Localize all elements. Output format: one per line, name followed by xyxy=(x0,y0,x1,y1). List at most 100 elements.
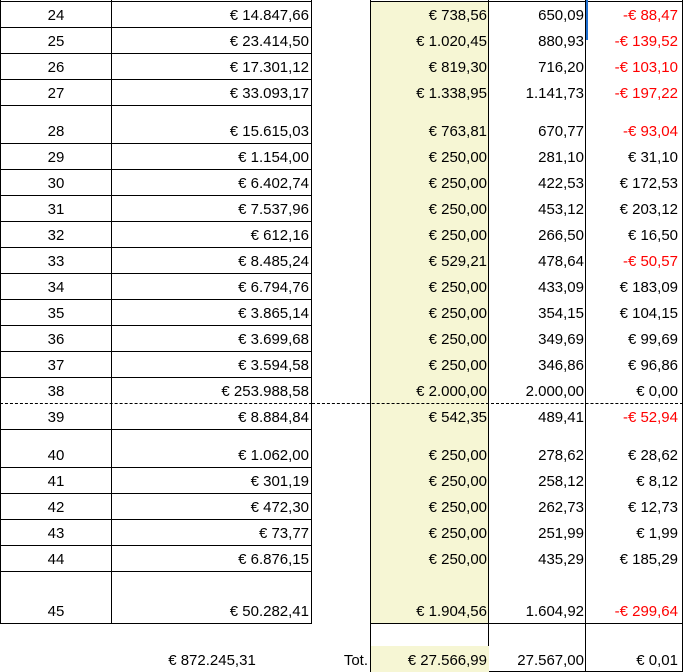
fee-cell[interactable]: € 542,35 xyxy=(371,403,489,429)
amount-cell[interactable]: € 6.402,74 xyxy=(112,169,312,195)
empty-cell[interactable] xyxy=(312,429,371,467)
value-cell[interactable]: 422,53 xyxy=(489,169,586,195)
amount-cell[interactable]: € 7.537,96 xyxy=(112,195,312,221)
empty-cell[interactable] xyxy=(312,493,371,519)
difference-cell[interactable]: € 172,53 xyxy=(586,169,683,195)
amount-cell[interactable]: € 3.865,14 xyxy=(112,299,312,325)
empty-cell[interactable] xyxy=(312,169,371,195)
fee-cell[interactable]: € 250,00 xyxy=(371,273,489,299)
fee-cell[interactable]: € 819,30 xyxy=(371,53,489,79)
difference-cell[interactable]: -€ 103,10 xyxy=(586,53,683,79)
difference-cell[interactable]: € 104,15 xyxy=(586,299,683,325)
empty-cell[interactable] xyxy=(312,1,371,27)
fee-cell[interactable]: € 250,00 xyxy=(371,325,489,351)
difference-cell[interactable]: € 96,86 xyxy=(586,351,683,377)
difference-cell[interactable]: € 1,99 xyxy=(586,519,683,545)
difference-cell[interactable]: -€ 197,22 xyxy=(586,79,683,105)
amount-cell[interactable]: € 472,30 xyxy=(112,493,312,519)
fee-cell[interactable]: € 1.904,56 xyxy=(371,571,489,623)
difference-cell[interactable]: -€ 50,57 xyxy=(586,247,683,273)
amount-cell[interactable]: € 3.699,68 xyxy=(112,325,312,351)
total-fee-cell[interactable]: € 27.566,99 xyxy=(371,646,489,672)
empty-cell[interactable] xyxy=(312,105,371,143)
fee-cell[interactable]: € 250,00 xyxy=(371,351,489,377)
empty-cell[interactable] xyxy=(312,545,371,571)
row-id-cell[interactable]: 40 xyxy=(0,429,112,467)
difference-cell[interactable]: -€ 88,47 xyxy=(586,1,683,27)
row-id-cell[interactable]: 25 xyxy=(0,27,112,53)
empty-cell[interactable] xyxy=(312,79,371,105)
difference-cell[interactable]: € 183,09 xyxy=(586,273,683,299)
value-cell[interactable]: 354,15 xyxy=(489,299,586,325)
empty-cell[interactable] xyxy=(312,377,371,403)
fee-cell[interactable]: € 250,00 xyxy=(371,545,489,571)
amount-cell[interactable]: € 50.282,41 xyxy=(112,571,312,623)
value-cell[interactable]: 716,20 xyxy=(489,53,586,79)
empty-cell[interactable] xyxy=(312,273,371,299)
fee-cell[interactable]: € 250,00 xyxy=(371,429,489,467)
row-id-cell[interactable]: 37 xyxy=(0,351,112,377)
empty-cell[interactable] xyxy=(312,27,371,53)
value-cell[interactable]: 880,93 xyxy=(489,27,586,53)
fee-cell[interactable]: € 738,56 xyxy=(371,1,489,27)
amount-cell[interactable]: € 15.615,03 xyxy=(112,105,312,143)
row-id-cell[interactable]: 33 xyxy=(0,247,112,273)
fee-cell[interactable]: € 250,00 xyxy=(371,299,489,325)
empty-cell[interactable] xyxy=(312,221,371,247)
fee-cell[interactable]: € 250,00 xyxy=(371,169,489,195)
empty-cell[interactable] xyxy=(312,143,371,169)
amount-cell[interactable]: € 612,16 xyxy=(112,221,312,247)
empty-cell[interactable] xyxy=(312,247,371,273)
amount-cell[interactable]: € 6.794,76 xyxy=(112,273,312,299)
empty-cell[interactable] xyxy=(312,403,371,429)
row-id-cell[interactable]: 36 xyxy=(0,325,112,351)
value-cell[interactable]: 433,09 xyxy=(489,273,586,299)
row-id-cell[interactable]: 43 xyxy=(0,519,112,545)
difference-cell[interactable]: € 8,12 xyxy=(586,467,683,493)
value-cell[interactable]: 670,77 xyxy=(489,105,586,143)
amount-cell[interactable]: € 33.093,17 xyxy=(112,79,312,105)
amount-cell[interactable]: € 8.485,24 xyxy=(112,247,312,273)
amount-cell[interactable]: € 23.414,50 xyxy=(112,27,312,53)
empty-cell[interactable] xyxy=(312,325,371,351)
value-cell[interactable]: 489,41 xyxy=(489,403,586,429)
row-id-cell[interactable]: 34 xyxy=(0,273,112,299)
fee-cell[interactable]: € 1.020,45 xyxy=(371,27,489,53)
row-id-cell[interactable]: 44 xyxy=(0,545,112,571)
total-label-cell[interactable]: Tot. xyxy=(312,646,371,672)
row-id-cell[interactable]: 31 xyxy=(0,195,112,221)
difference-cell[interactable]: € 28,62 xyxy=(586,429,683,467)
fee-cell[interactable]: € 250,00 xyxy=(371,467,489,493)
value-cell[interactable]: 262,73 xyxy=(489,493,586,519)
empty-cell[interactable] xyxy=(312,195,371,221)
total-amount-cell[interactable]: € 872.245,31 xyxy=(112,646,312,672)
row-id-cell[interactable]: 27 xyxy=(0,79,112,105)
row-id-cell[interactable]: 45 xyxy=(0,571,112,623)
difference-cell[interactable]: -€ 299,64 xyxy=(586,571,683,623)
empty-cell[interactable] xyxy=(312,351,371,377)
empty-cell[interactable] xyxy=(312,571,371,623)
difference-cell[interactable]: € 16,50 xyxy=(586,221,683,247)
difference-cell[interactable]: € 99,69 xyxy=(586,325,683,351)
amount-cell[interactable]: € 253.988,58 xyxy=(112,377,312,403)
empty-cell[interactable] xyxy=(312,519,371,545)
difference-cell[interactable]: € 185,29 xyxy=(586,545,683,571)
amount-cell[interactable]: € 73,77 xyxy=(112,519,312,545)
fee-cell[interactable]: € 250,00 xyxy=(371,143,489,169)
value-cell[interactable]: 251,99 xyxy=(489,519,586,545)
value-cell[interactable]: 1.141,73 xyxy=(489,79,586,105)
fee-cell[interactable]: € 250,00 xyxy=(371,221,489,247)
amount-cell[interactable]: € 3.594,58 xyxy=(112,351,312,377)
value-cell[interactable]: 349,69 xyxy=(489,325,586,351)
difference-cell[interactable]: € 31,10 xyxy=(586,143,683,169)
value-cell[interactable]: 346,86 xyxy=(489,351,586,377)
difference-cell[interactable]: -€ 52,94 xyxy=(586,403,683,429)
empty-cell[interactable] xyxy=(312,467,371,493)
difference-cell[interactable]: € 12,73 xyxy=(586,493,683,519)
row-id-cell[interactable]: 35 xyxy=(0,299,112,325)
value-cell[interactable]: 478,64 xyxy=(489,247,586,273)
empty-cell[interactable] xyxy=(312,299,371,325)
value-cell[interactable]: 1.604,92 xyxy=(489,571,586,623)
row-id-cell[interactable]: 24 xyxy=(0,1,112,27)
difference-cell[interactable]: -€ 139,52 xyxy=(586,27,683,53)
